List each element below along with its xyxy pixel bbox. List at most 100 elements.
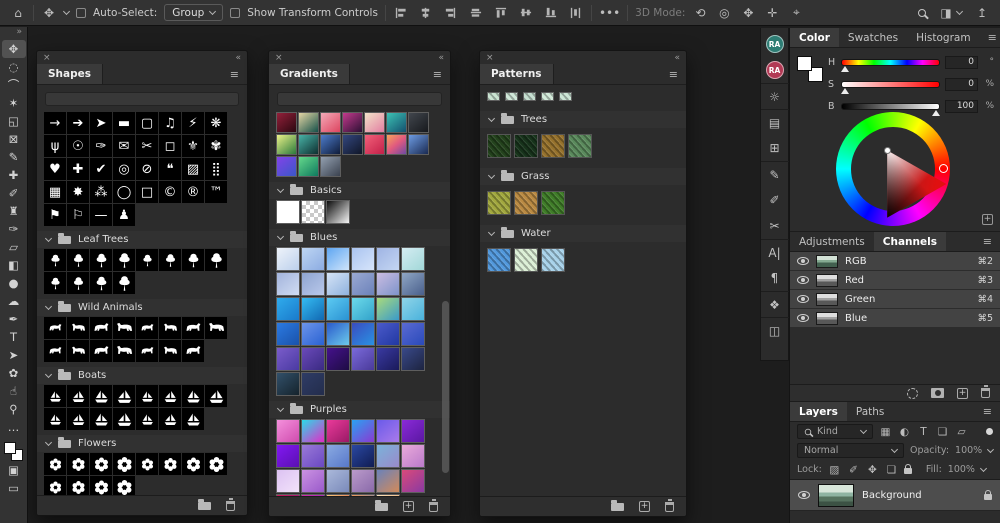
gradient-swatch[interactable] [326, 347, 350, 371]
shape-group-header-wild-animals[interactable]: Wild Animals [37, 299, 247, 316]
tool-preset-chevron-icon[interactable] [63, 8, 70, 15]
layer-row-background[interactable]: Background [790, 479, 1000, 511]
gradient-swatch[interactable] [276, 156, 297, 177]
shape-thumbnail-flower[interactable] [44, 476, 66, 495]
ra-badge-teal[interactable]: RA [761, 31, 789, 57]
gradient-swatch[interactable] [276, 419, 300, 443]
shape-thumbnail[interactable]: ◻ [159, 135, 181, 157]
shape-thumbnail[interactable]: ✸ [67, 181, 89, 203]
filter-type-layers-icon[interactable]: T [917, 426, 930, 438]
collapse-panel-icon[interactable]: « [674, 53, 680, 63]
gradient-swatch[interactable] [276, 444, 300, 468]
align-left-edges-icon[interactable] [393, 4, 409, 22]
eraser-tool[interactable]: ▱ [2, 238, 26, 256]
healing-brush-tool[interactable]: ✚ [2, 166, 26, 184]
gradient-swatch[interactable] [376, 272, 400, 296]
shape-thumbnail-tree[interactable] [136, 249, 158, 271]
shape-thumbnail-tree[interactable] [159, 249, 181, 271]
shape-thumbnail-boat[interactable] [136, 385, 158, 407]
gradient-swatch[interactable] [401, 297, 425, 321]
tab-gradients[interactable]: Gradients [269, 64, 350, 84]
pattern-swatch[interactable] [514, 191, 538, 215]
lock-artboard-icon[interactable]: ❏ [885, 464, 898, 476]
new-group-folder-icon[interactable] [611, 503, 624, 511]
new-channel-icon[interactable]: + [957, 388, 968, 399]
shape-thumbnail[interactable]: ™ [205, 181, 227, 203]
pattern-swatch[interactable] [514, 134, 538, 158]
shape-thumbnail-boat[interactable] [136, 408, 158, 430]
shape-thumbnail-animal[interactable] [67, 340, 89, 362]
tab-color[interactable]: Color [790, 28, 839, 47]
expand-panel-icon[interactable]: + [982, 214, 993, 225]
tab-adjustments[interactable]: Adjustments [790, 232, 874, 251]
adjustments-panel-icon[interactable]: ☼ [761, 83, 789, 109]
foreground-background-swatches[interactable] [4, 442, 23, 461]
tab-patterns[interactable]: Patterns [480, 64, 554, 84]
shape-thumbnail-animal[interactable] [90, 340, 112, 362]
align-horizontal-centers-icon[interactable] [418, 4, 434, 22]
shape-thumbnail[interactable]: → [44, 112, 66, 134]
pattern-group-header-trees[interactable]: Trees [480, 111, 686, 128]
gradient-swatch[interactable] [326, 322, 350, 346]
gradient-swatch[interactable] [298, 156, 319, 177]
gradient-swatch[interactable] [351, 469, 375, 493]
gradient-swatch[interactable] [376, 444, 400, 468]
gradient-swatch[interactable] [351, 494, 375, 496]
blend-mode-dropdown[interactable]: Normal [797, 443, 904, 458]
load-selection-icon[interactable] [907, 388, 918, 399]
gradient-swatch[interactable] [326, 444, 350, 468]
shape-thumbnail[interactable]: ➤ [90, 112, 112, 134]
gradient-swatch[interactable] [301, 444, 325, 468]
shape-thumbnail-animal[interactable] [67, 317, 89, 339]
save-selection-mask-icon[interactable] [931, 388, 944, 398]
opacity-value[interactable]: 100% [955, 445, 982, 456]
shape-thumbnail-boat[interactable] [44, 385, 66, 407]
gradient-swatch[interactable] [326, 272, 350, 296]
gradient-swatch[interactable] [376, 469, 400, 493]
gradient-swatch[interactable] [386, 134, 407, 155]
distribute-spacing-icon[interactable] [568, 4, 584, 22]
shape-thumbnail[interactable]: ⁂ [90, 181, 112, 203]
shape-thumbnail-boat[interactable] [90, 385, 112, 407]
shape-thumbnail[interactable]: ☉ [67, 135, 89, 157]
shape-thumbnail-tree[interactable] [67, 272, 89, 294]
screen-mode-icon[interactable]: ▭ [2, 479, 26, 497]
gradient-swatch[interactable] [401, 347, 425, 371]
crop-tool[interactable]: ◱ [2, 112, 26, 130]
shape-thumbnail-flower[interactable] [90, 453, 112, 475]
shape-thumbnail-animal[interactable] [159, 340, 181, 362]
shape-thumbnail-animal[interactable] [182, 317, 204, 339]
gradient-swatch[interactable] [364, 112, 385, 133]
shape-thumbnail-flower[interactable] [113, 453, 135, 475]
align-right-edges-icon[interactable] [443, 4, 459, 22]
panel-menu-icon[interactable]: ≡ [975, 232, 1000, 251]
foreground-color-swatch[interactable] [797, 56, 812, 71]
filter-adjustment-layers-icon[interactable]: ◐ [898, 426, 911, 438]
shape-thumbnail-tree[interactable] [67, 249, 89, 271]
gradient-swatch[interactable] [326, 494, 350, 496]
chevron-down-icon[interactable] [980, 465, 987, 472]
delete-trash-icon[interactable] [226, 501, 235, 511]
share-panel-icon[interactable]: ❖ [761, 291, 789, 317]
panel-menu-icon[interactable]: ≡ [661, 64, 686, 84]
gradient-swatch[interactable] [326, 297, 350, 321]
shape-thumbnail-flower[interactable] [182, 453, 204, 475]
pattern-chip[interactable] [541, 92, 554, 101]
gradient-swatch[interactable] [351, 247, 375, 271]
shape-thumbnail-boat[interactable] [67, 408, 89, 430]
shape-thumbnail-boat[interactable] [44, 408, 66, 430]
shape-thumbnail[interactable]: ❋ [205, 112, 227, 134]
gradient-swatch[interactable] [276, 372, 300, 396]
gradient-swatch[interactable] [276, 200, 300, 224]
gradient-swatch[interactable] [276, 134, 297, 155]
3d-roll-icon[interactable]: ◎ [716, 4, 732, 22]
gradient-swatch[interactable] [301, 372, 325, 396]
shape-thumbnail[interactable]: ◎ [113, 158, 135, 180]
visibility-eye-icon[interactable] [797, 295, 809, 303]
3d-pan-icon[interactable]: ✥ [740, 4, 756, 22]
shape-thumbnail-boat[interactable] [113, 408, 135, 430]
pattern-chip[interactable] [523, 92, 536, 101]
blur-tool[interactable]: ● [2, 274, 26, 292]
shape-thumbnail-animal[interactable] [205, 317, 227, 339]
gradient-swatch[interactable] [326, 469, 350, 493]
